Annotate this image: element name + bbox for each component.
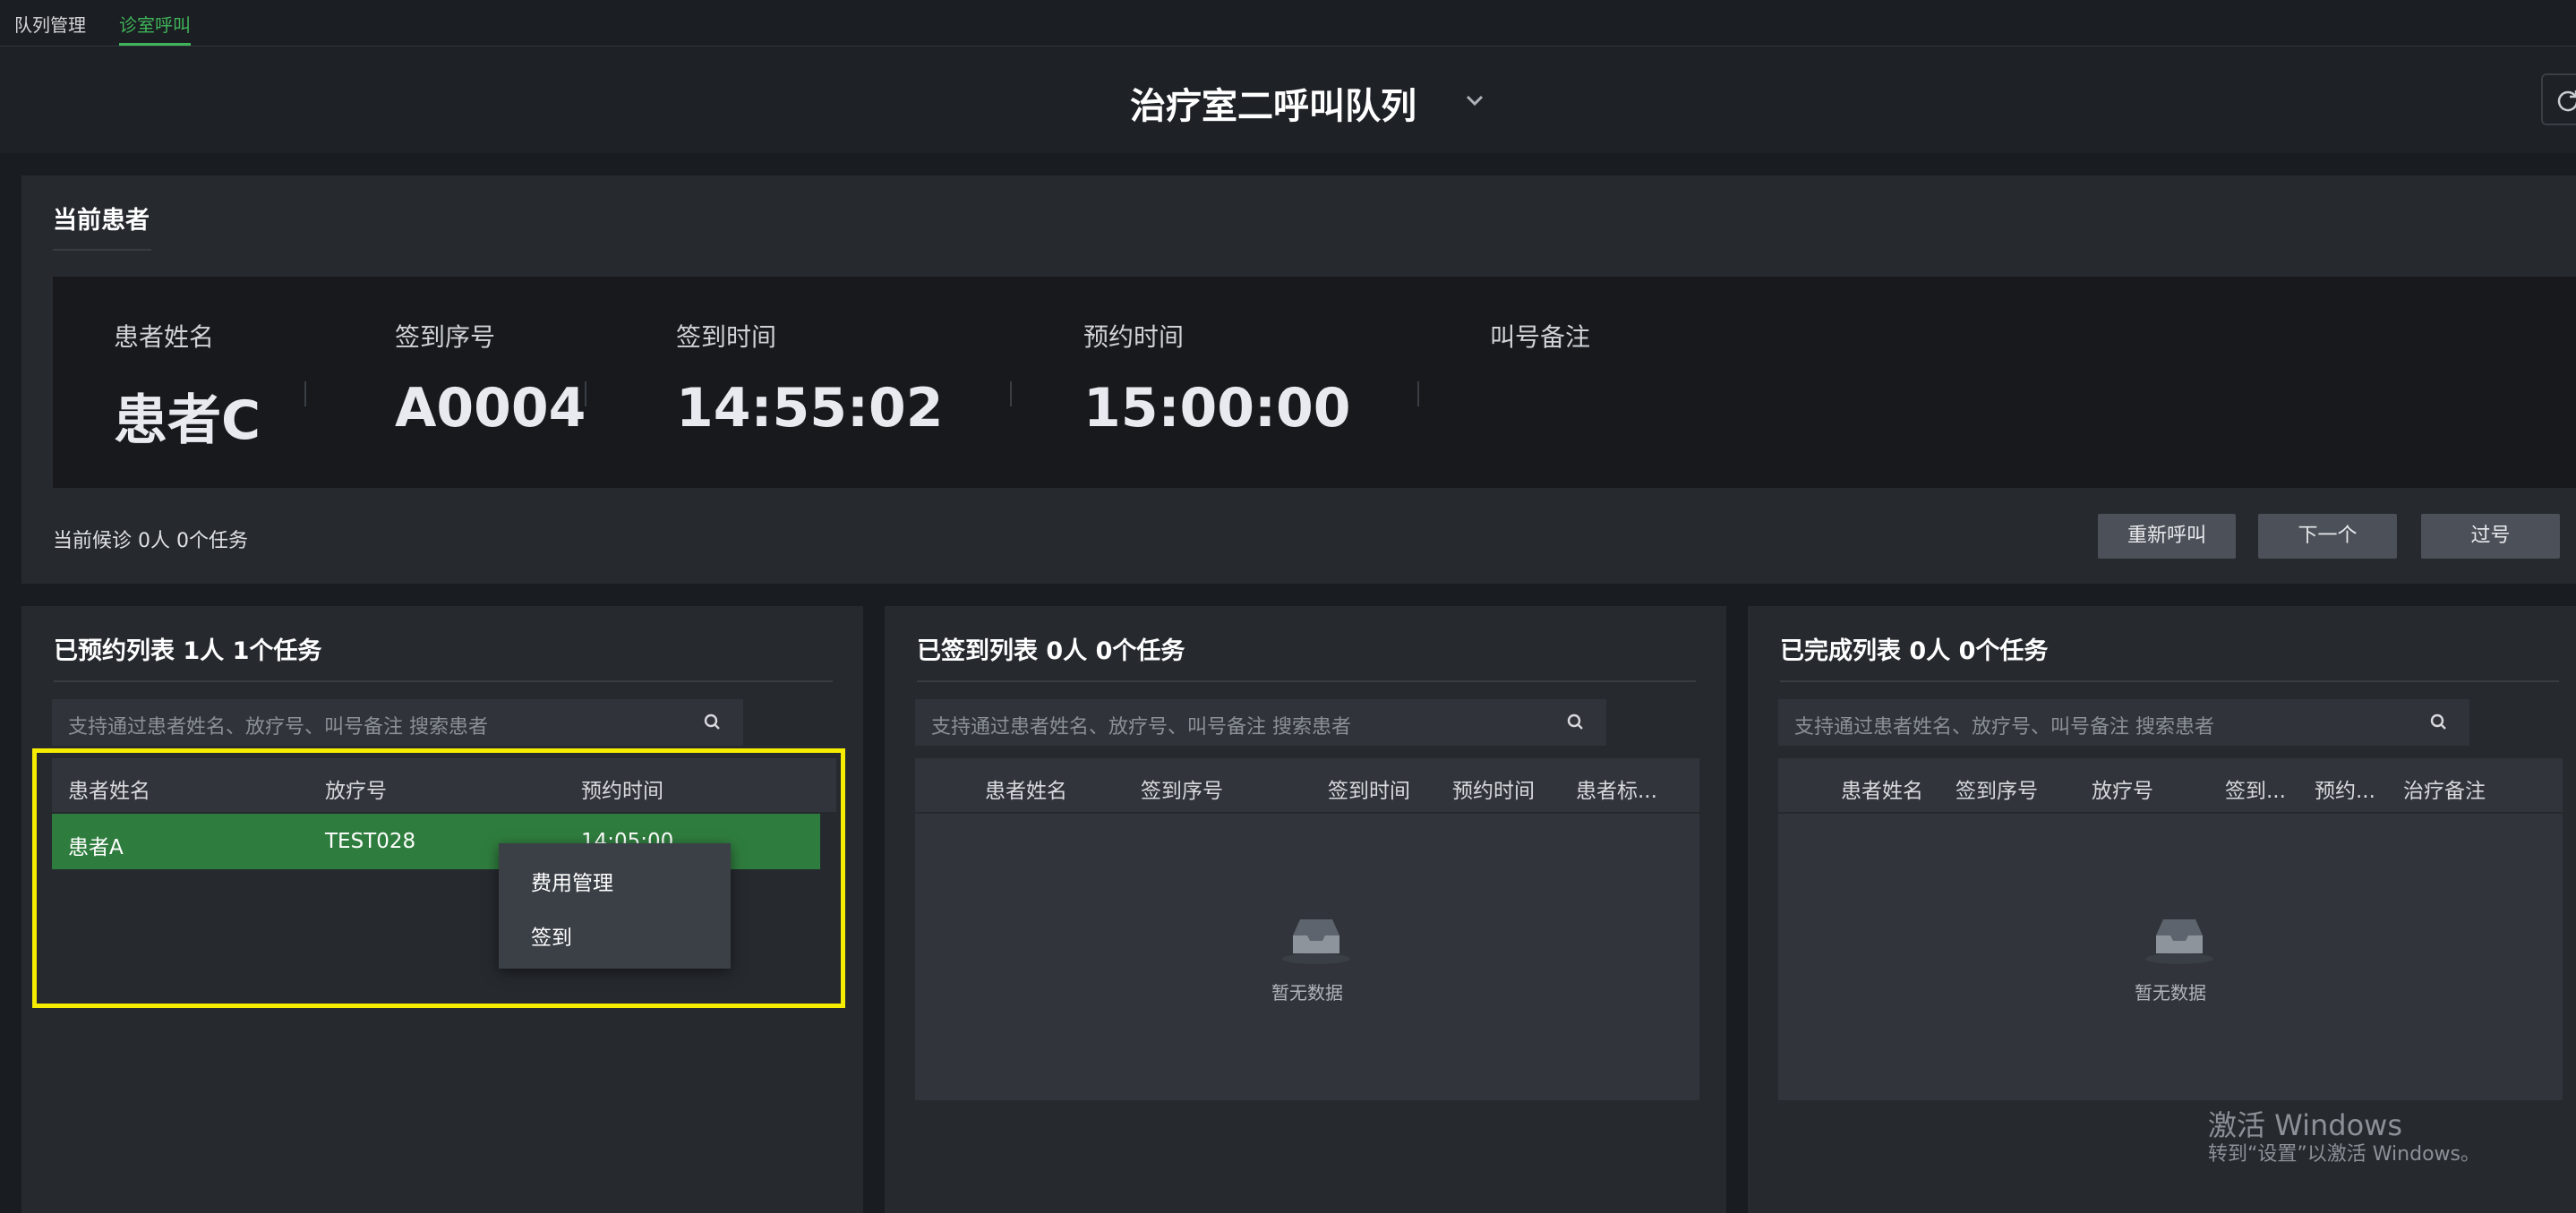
column-header[interactable]: 患者姓名 [1841, 773, 1923, 804]
field-call-note: 叫号备注 [1490, 318, 1590, 377]
field-label: 签到序号 [395, 322, 496, 352]
field-appointment-time: 预约时间 15:00:00 [1083, 318, 1350, 440]
signed-list-title: 已签到列表 0人 0个任务 [917, 637, 1185, 665]
current-patient-panel: 当前患者 患者姓名 患者C 签到序号 A0004 签到时间 14:55:02 预… [21, 175, 2576, 584]
column-header[interactable]: 签到时间 [1328, 773, 1410, 804]
divider [1010, 381, 1012, 406]
signed-table-header: 患者姓名 签到序号 签到时间 预约时间 患者标... [915, 758, 1699, 812]
field-value: A0004 [395, 377, 586, 440]
refresh-icon [2557, 90, 2576, 112]
reserved-list-panel: 已预约列表 1人 1个任务 支持通过患者姓名、放疗号、叫号备注 搜索患者 患者姓… [21, 606, 863, 1213]
column-header[interactable]: 签到序号 [1956, 773, 2038, 804]
completed-list-panel: 已完成列表 0人 0个任务 支持通过患者姓名、放疗号、叫号备注 搜索患者 患者姓… [1748, 606, 2576, 1213]
signed-list-panel: 已签到列表 0人 0个任务 支持通过患者姓名、放疗号、叫号备注 搜索患者 患者姓… [885, 606, 1726, 1213]
reserved-table-header: 患者姓名 放疗号 预约时间 [52, 758, 836, 812]
column-header[interactable]: 患者标... [1576, 773, 1657, 804]
field-checkin-number: 签到序号 A0004 [395, 318, 586, 440]
reserved-search-input[interactable]: 支持通过患者姓名、放疗号、叫号备注 搜索患者 [52, 699, 743, 746]
search-placeholder: 支持通过患者姓名、放疗号、叫号备注 搜索患者 [68, 716, 488, 739]
empty-inbox-icon [2145, 919, 2213, 964]
tab-room-call[interactable]: 诊室呼叫 [119, 11, 191, 47]
column-header[interactable]: 签到序号 [1141, 773, 1223, 804]
completed-table-header: 患者姓名 签到序号 放疗号 签到... 预约... 治疗备注 [1778, 758, 2563, 812]
divider [1417, 381, 1419, 406]
chevron-down-icon[interactable] [1461, 87, 1488, 114]
column-header[interactable]: 患者姓名 [68, 773, 150, 804]
title-underline [54, 680, 833, 682]
tab-bar: 队列管理 诊室呼叫 [0, 0, 2576, 47]
menu-item-fee-management[interactable]: 费用管理 [531, 866, 613, 896]
app-root: 队列管理 诊室呼叫 治疗室二呼叫队列 当前患者 患者姓名 患者C 签到序号 A0… [0, 0, 2576, 1213]
field-checkin-time: 签到时间 14:55:02 [676, 318, 943, 440]
refresh-button[interactable] [2541, 73, 2576, 125]
completed-table-body: 暂无数据 [1778, 814, 2563, 1100]
reserved-list-title: 已预约列表 1人 1个任务 [54, 637, 322, 665]
recall-button[interactable]: 重新呼叫 [2098, 514, 2236, 559]
title-underline [1780, 680, 2559, 682]
search-icon[interactable] [1565, 712, 1587, 733]
patient-info-box: 患者姓名 患者C 签到序号 A0004 签到时间 14:55:02 预约时间 1… [53, 277, 2576, 488]
column-header[interactable]: 预约时间 [1452, 773, 1535, 804]
search-icon[interactable] [2428, 712, 2450, 733]
current-patient-title: 当前患者 [53, 207, 150, 235]
field-label: 预约时间 [1083, 322, 1185, 352]
field-value: 患者C [114, 389, 261, 452]
search-placeholder: 支持通过患者姓名、放疗号、叫号备注 搜索患者 [1794, 716, 2214, 739]
field-label: 叫号备注 [1490, 322, 1591, 352]
completed-list-title: 已完成列表 0人 0个任务 [1780, 637, 2049, 665]
empty-inbox-icon [1282, 919, 1350, 964]
next-button[interactable]: 下一个 [2258, 514, 2397, 559]
queue-selector-title[interactable]: 治疗室二呼叫队列 [1130, 77, 1416, 129]
column-header[interactable]: 治疗备注 [2403, 773, 2486, 804]
empty-state-text: 暂无数据 [1271, 982, 1343, 1004]
field-value: 14:55:02 [676, 377, 944, 440]
cell-treatment-id: TEST028 [325, 830, 416, 853]
context-menu: 费用管理 签到 [499, 843, 731, 969]
cell-patient-name: 患者A [68, 836, 124, 859]
column-header[interactable]: 放疗号 [325, 773, 387, 804]
column-header[interactable]: 预约时间 [581, 773, 663, 804]
signed-table-body: 暂无数据 [915, 814, 1699, 1100]
waiting-count: 当前候诊 0人 0个任务 [53, 530, 248, 552]
title-underline [53, 249, 151, 251]
column-header[interactable]: 预约... [2315, 773, 2375, 804]
divider [585, 381, 586, 406]
tab-queue-management[interactable]: 队列管理 [14, 11, 86, 47]
skip-button[interactable]: 过号 [2421, 514, 2560, 559]
divider [304, 381, 306, 406]
field-label: 患者姓名 [114, 322, 215, 352]
menu-item-check-in[interactable]: 签到 [531, 920, 572, 951]
search-placeholder: 支持通过患者姓名、放疗号、叫号备注 搜索患者 [931, 716, 1351, 739]
title-underline [917, 680, 1696, 682]
completed-search-input[interactable]: 支持通过患者姓名、放疗号、叫号备注 搜索患者 [1778, 699, 2469, 746]
column-header[interactable]: 签到... [2225, 773, 2286, 804]
signed-search-input[interactable]: 支持通过患者姓名、放疗号、叫号备注 搜索患者 [915, 699, 1606, 746]
empty-state-text: 暂无数据 [2135, 982, 2206, 1004]
page-header: 治疗室二呼叫队列 [0, 47, 2576, 153]
activation-watermark-subtitle: 转到“设置”以激活 Windows。 [2208, 1143, 2480, 1166]
field-label: 签到时间 [676, 322, 777, 352]
field-patient-name: 患者姓名 患者C [114, 318, 261, 455]
column-header[interactable]: 放疗号 [2092, 773, 2153, 804]
search-icon[interactable] [702, 712, 723, 733]
field-value: 15:00:00 [1083, 377, 1351, 440]
column-header[interactable]: 患者姓名 [985, 773, 1067, 804]
